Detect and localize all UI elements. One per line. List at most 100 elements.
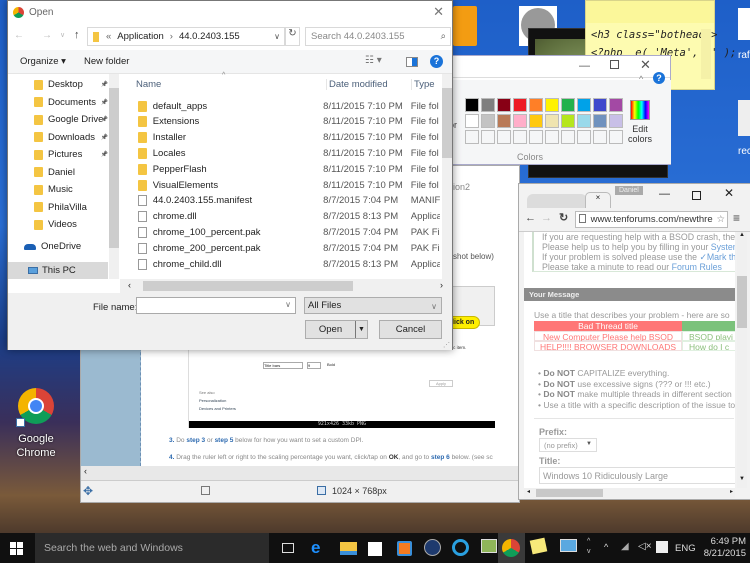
- notice-link[interactable]: System: [711, 242, 735, 252]
- color-swatch[interactable]: [497, 98, 511, 112]
- file-row[interactable]: Installer 8/11/2015 7:10 PM File fol: [120, 130, 440, 146]
- file-row[interactable]: chrome.dll 8/7/2015 8:13 PM Applica: [120, 209, 440, 225]
- new-folder-button[interactable]: New folder: [84, 56, 129, 67]
- open-button[interactable]: Open ▼: [305, 320, 368, 339]
- color-swatch[interactable]: [465, 98, 479, 112]
- step-link[interactable]: step 6: [431, 454, 450, 461]
- help-icon[interactable]: ?: [430, 55, 443, 68]
- app-circle-icon[interactable]: [452, 539, 470, 557]
- clock[interactable]: 6:49 PM 8/21/2015: [700, 536, 746, 560]
- chrome-taskbar-icon[interactable]: [498, 533, 525, 563]
- color-swatch[interactable]: [529, 130, 543, 144]
- color-swatch[interactable]: [545, 98, 559, 112]
- color-swatch[interactable]: [513, 114, 527, 128]
- sticky-scrollbar[interactable]: [701, 29, 711, 79]
- desktop-icon-rec[interactable]: rec: [738, 100, 750, 160]
- file-row[interactable]: chrome_child.dll 8/7/2015 8:13 PM Applica: [120, 256, 440, 272]
- taskbar-scroll[interactable]: ^ v: [587, 537, 596, 559]
- color-swatch[interactable]: [577, 114, 591, 128]
- color-swatch[interactable]: [609, 114, 623, 128]
- color-swatch[interactable]: [465, 114, 479, 128]
- scroll-right-icon[interactable]: ›: [440, 280, 443, 290]
- network-icon[interactable]: ◢: [621, 541, 629, 552]
- organize-button[interactable]: Organize ▾: [20, 56, 66, 67]
- address-dropdown[interactable]: ∨: [274, 32, 280, 41]
- volume-muted-icon[interactable]: ◁×: [638, 541, 652, 552]
- address-bar[interactable]: « Application › 44.0.2403.155 ∨: [87, 27, 285, 46]
- hp-icon[interactable]: [424, 539, 442, 557]
- nav-item[interactable]: Downloads 📌: [8, 129, 108, 146]
- color-swatch[interactable]: [561, 114, 575, 128]
- scroll-up-icon[interactable]: ▲: [739, 232, 745, 238]
- filelist-vscrollbar[interactable]: [442, 74, 452, 279]
- url-bar[interactable]: www.tenforums.com/newthre ☆: [575, 211, 728, 228]
- close-button[interactable]: ✕: [640, 57, 651, 73]
- color-swatch[interactable]: [497, 130, 511, 144]
- scroll-left-icon[interactable]: ‹: [84, 466, 87, 476]
- color-swatch[interactable]: [481, 98, 495, 112]
- column-type[interactable]: Type: [411, 79, 435, 90]
- desktop-icon-rafi[interactable]: rafi: [738, 8, 750, 63]
- nav-item[interactable]: Pictures 📌: [8, 146, 108, 163]
- color-swatch[interactable]: [561, 98, 575, 112]
- close-tab-icon[interactable]: ×: [596, 193, 601, 202]
- column-date[interactable]: Date modified: [326, 79, 388, 90]
- maximize-button[interactable]: [610, 60, 619, 69]
- navpane-scrollbar[interactable]: [109, 74, 119, 279]
- nav-item[interactable]: Videos: [8, 216, 108, 233]
- chrome-browser-window[interactable]: Daniel × — ✕ ← → ↻ www.tenforums.com/new…: [518, 183, 750, 500]
- scroll-left-icon[interactable]: ‹: [128, 280, 131, 290]
- file-row[interactable]: default_apps 8/11/2015 7:10 PM File fol: [120, 98, 440, 114]
- nav-item[interactable]: Desktop 📌: [8, 76, 108, 93]
- color-swatch[interactable]: [545, 114, 559, 128]
- file-row[interactable]: 44.0.2403.155.manifest 8/7/2015 7:04 PM MA…: [120, 193, 440, 209]
- color-swatch[interactable]: [593, 114, 607, 128]
- color-swatch[interactable]: [465, 130, 479, 144]
- page-hscrollbar[interactable]: ◂ ▸: [524, 488, 735, 498]
- filelist-hscrollbar[interactable]: ‹ ›: [120, 279, 452, 293]
- edit-colors-button[interactable]: Edit colors: [625, 100, 655, 160]
- color-swatch[interactable]: [513, 130, 527, 144]
- filename-input[interactable]: ∨: [136, 297, 296, 314]
- sticky-note-header[interactable]: [586, 1, 714, 23]
- view-options-icon[interactable]: ☷ ▾: [365, 55, 382, 66]
- bookmark-star-icon[interactable]: ☆: [716, 212, 725, 227]
- prefix-select[interactable]: (no prefix) ▼: [539, 438, 597, 452]
- media-player-icon[interactable]: [397, 539, 415, 557]
- scroll-right-icon[interactable]: ▸: [730, 488, 733, 495]
- cancel-button[interactable]: Cancel: [379, 320, 442, 339]
- nav-item[interactable]: Music: [8, 181, 108, 198]
- color-swatch[interactable]: [577, 130, 591, 144]
- help-icon[interactable]: ?: [653, 72, 665, 84]
- preview-pane-icon[interactable]: [406, 57, 418, 67]
- paint-window[interactable]: — ✕ or Edit colors Colors ^ ?: [446, 55, 671, 165]
- file-row[interactable]: Extensions 8/11/2015 7:10 PM File fol: [120, 114, 440, 130]
- color-swatch[interactable]: [577, 98, 591, 112]
- language-indicator[interactable]: ENG: [675, 543, 696, 554]
- breadcrumb-application[interactable]: Application: [117, 31, 163, 42]
- color-swatch[interactable]: [529, 98, 543, 112]
- open-options-dropdown[interactable]: ▼: [355, 321, 367, 338]
- reload-button[interactable]: ↻: [559, 211, 568, 224]
- close-button[interactable]: ✕: [433, 4, 444, 20]
- back-button[interactable]: ←: [525, 212, 536, 224]
- forward-button[interactable]: →: [42, 30, 52, 41]
- nav-item[interactable]: PhilaVilla: [8, 199, 108, 216]
- title-input[interactable]: Windows 10 Ridiculously Large: [539, 467, 735, 484]
- minimize-button[interactable]: —: [579, 60, 590, 72]
- scroll-left-icon[interactable]: ◂: [527, 488, 530, 495]
- scroll-down-icon[interactable]: ▼: [739, 476, 745, 482]
- minimize-button[interactable]: —: [659, 188, 670, 200]
- nav-item[interactable]: Google Drive 📌: [8, 111, 108, 128]
- resize-grip-icon[interactable]: ⋰: [443, 341, 450, 349]
- profile-badge[interactable]: Daniel: [615, 186, 643, 195]
- start-button[interactable]: [10, 542, 23, 555]
- nav-item-this-pc[interactable]: This PC: [8, 262, 108, 279]
- file-row[interactable]: chrome_100_percent.pak 8/7/2015 7:04 PM PA…: [120, 224, 440, 240]
- refresh-button[interactable]: ↻: [285, 27, 300, 46]
- up-button[interactable]: ↑: [74, 29, 80, 41]
- taskbar-search[interactable]: Search the web and Windows: [35, 533, 269, 563]
- store-icon[interactable]: [368, 539, 386, 557]
- nav-item-onedrive[interactable]: OneDrive: [8, 238, 108, 255]
- file-explorer-icon[interactable]: [340, 539, 358, 557]
